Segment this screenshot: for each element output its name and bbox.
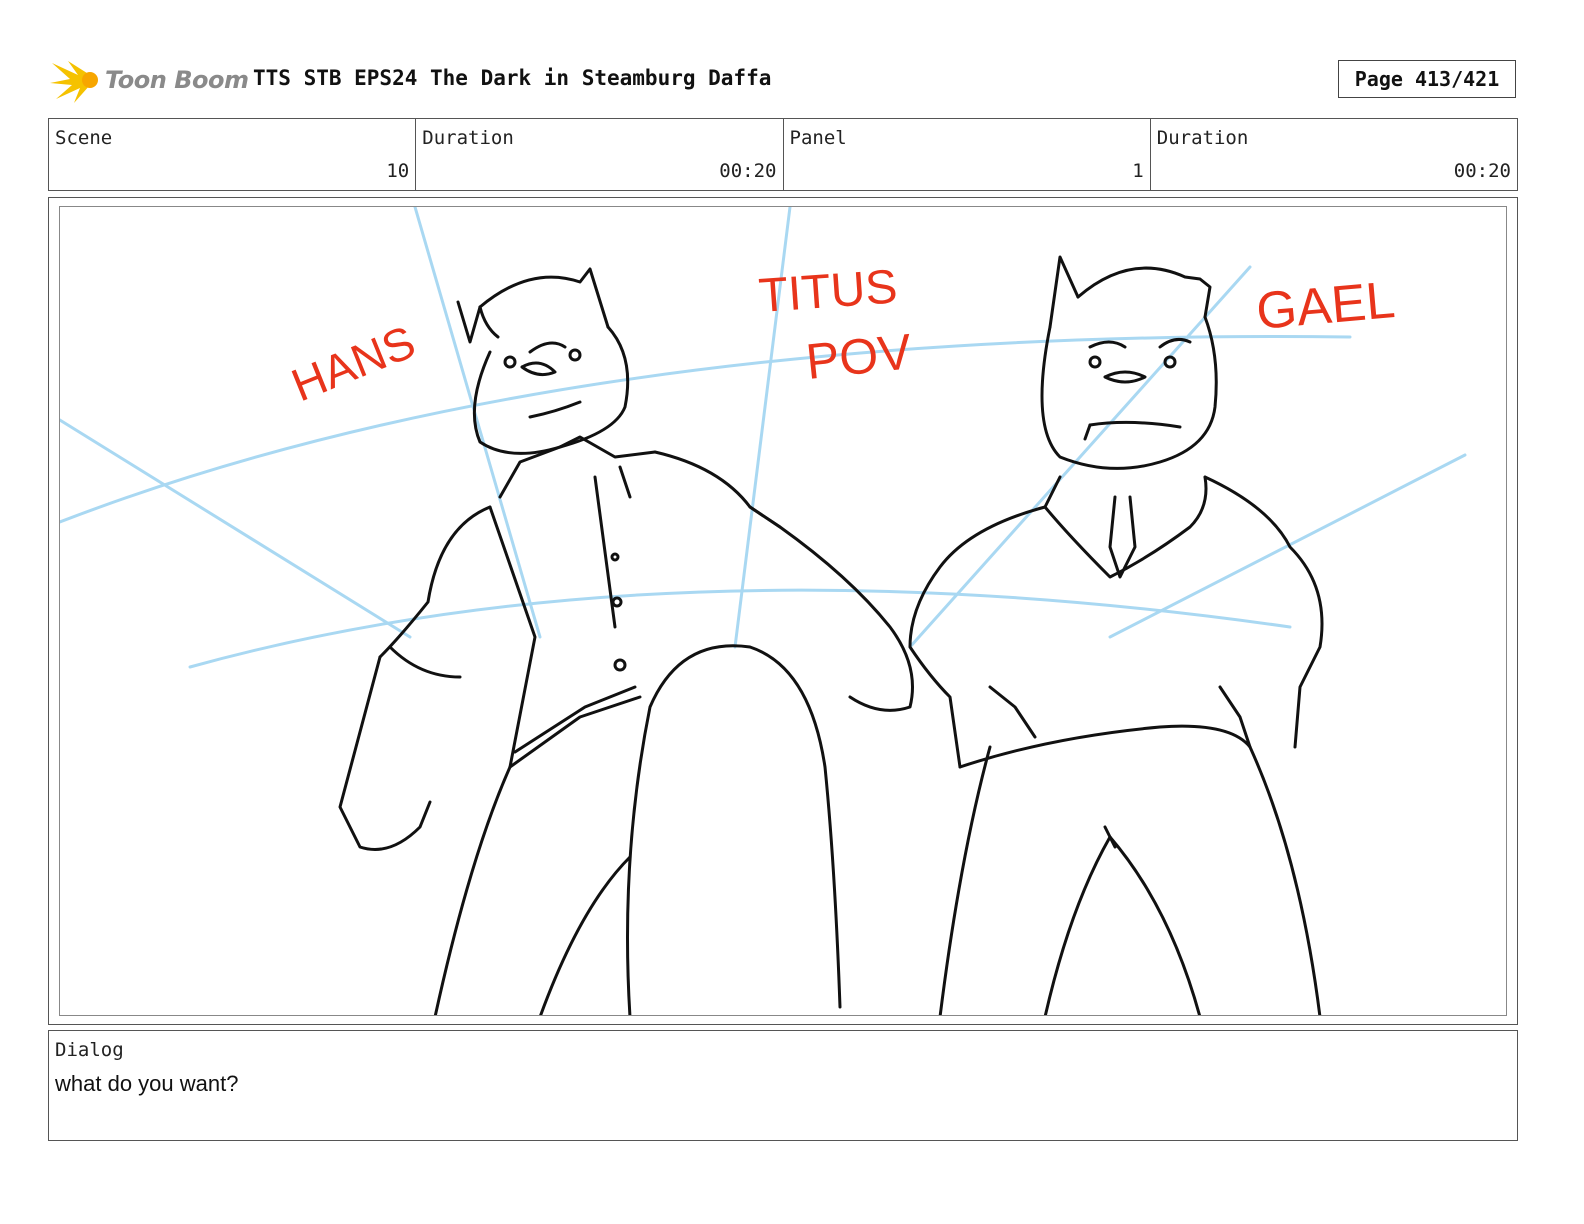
- panel-value: 1: [1132, 160, 1144, 182]
- panel-label: Panel: [789, 127, 847, 149]
- annotation-titus: TITUS: [757, 260, 899, 323]
- scene-duration-cell: Duration 00:20: [416, 119, 784, 190]
- scene-cell: Scene 10: [49, 119, 417, 190]
- foreground-shape: [626, 644, 842, 1015]
- starburst-icon: [50, 61, 98, 103]
- annotation-pov: POV: [803, 323, 915, 390]
- gael-figure: [908, 255, 1324, 1015]
- panel-duration-label: Duration: [1156, 127, 1249, 149]
- panel-duration-value: 00:20: [1453, 160, 1511, 182]
- panel-drawing-area: HANS TITUS POV GAEL: [59, 206, 1507, 1016]
- dialog-label: Dialog: [55, 1039, 124, 1061]
- annotation-gael: GAEL: [1254, 271, 1397, 341]
- scene-duration-value: 00:20: [719, 160, 777, 182]
- panel-duration-cell: Duration 00:20: [1151, 119, 1517, 190]
- scene-label: Scene: [55, 127, 113, 149]
- document-title: TTS STB EPS24 The Dark in Steamburg Daff…: [253, 66, 772, 90]
- storyboard-panel: HANS TITUS POV GAEL: [48, 197, 1518, 1025]
- info-table: Scene 10 Duration 00:20 Panel 1 Duration…: [48, 118, 1518, 191]
- dialog-text: what do you want?: [55, 1071, 239, 1096]
- dialog-box: Dialog what do you want?: [48, 1030, 1518, 1141]
- page-number: Page 413/421: [1338, 60, 1516, 98]
- toon-boom-logo: Toon Boom: [50, 55, 249, 105]
- annotation-hans: HANS: [284, 315, 422, 411]
- scene-duration-label: Duration: [422, 127, 514, 149]
- brand-name: Toon Boom: [105, 66, 249, 94]
- storyboard-sketch: HANS TITUS POV GAEL: [60, 207, 1467, 1015]
- scene-value: 10: [386, 160, 410, 182]
- panel-cell: Panel 1: [784, 119, 1151, 190]
